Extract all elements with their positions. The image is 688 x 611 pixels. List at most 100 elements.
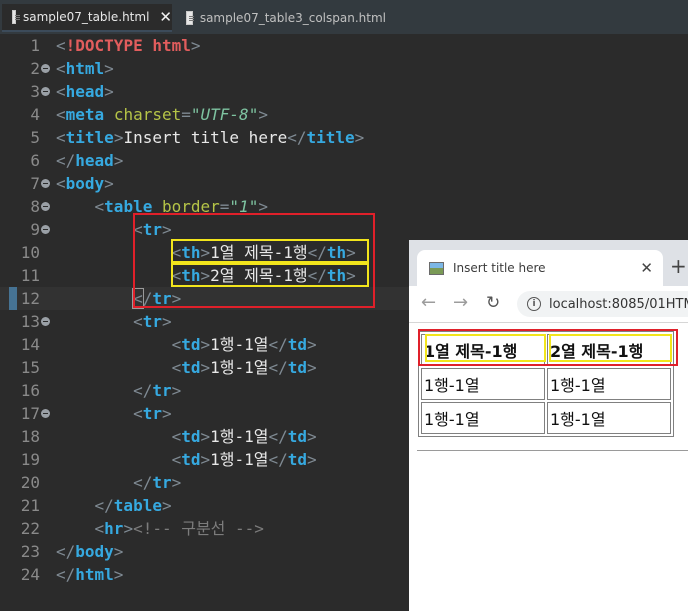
code-line-2: 2 <html>: [0, 57, 688, 80]
page-content: 1열 제목-1행 2열 제목-1행 1행-1열 1행-1열 1행-1열 1행-1…: [409, 323, 688, 611]
address-bar[interactable]: i localhost:8085/01HTML: [517, 291, 688, 317]
tag-name: tr: [152, 381, 172, 400]
line-number: 22: [20, 519, 40, 538]
tag-name: title: [306, 128, 355, 147]
tag-name: body: [75, 542, 114, 561]
browser-toolbar: ← → ↻ i localhost:8085/01HTML: [409, 286, 688, 323]
tag-name: meta: [65, 105, 105, 124]
line-number: 2: [30, 59, 40, 78]
td-text: 1행-1열: [210, 335, 269, 354]
line-number: 12: [20, 289, 40, 308]
td-text: 1행-1열: [210, 427, 269, 446]
line-number: 21: [20, 496, 40, 515]
tag-name: tr: [142, 404, 162, 423]
line-number: 9: [30, 220, 40, 239]
yellow-highlight-box: [425, 334, 546, 362]
tag-name: td: [181, 335, 201, 354]
info-icon[interactable]: i: [527, 297, 541, 311]
line-number: 20: [20, 473, 40, 492]
editor-tab-label: sample07_table.html: [22, 10, 150, 24]
yellow-highlight-box: [171, 263, 369, 287]
back-arrow-icon[interactable]: ←: [421, 292, 436, 313]
line-number: 1: [30, 36, 40, 55]
table-row: 1행-1열 1행-1열: [421, 402, 671, 434]
editor-tab-sample07-table[interactable]: sample07_table.html ✕: [2, 4, 172, 32]
new-tab-icon[interactable]: +: [670, 254, 687, 278]
table-cell: 1행-1열: [421, 368, 545, 400]
line-number: 13: [20, 312, 40, 331]
line-number: 8: [30, 197, 40, 216]
tag-name: html: [75, 565, 114, 584]
line-number: 23: [20, 542, 40, 561]
browser-tab[interactable]: Insert title here ✕: [417, 250, 663, 286]
line-number: 6: [30, 151, 40, 170]
table-cell: 1행-1열: [547, 402, 671, 434]
close-tab-icon[interactable]: ✕: [640, 259, 653, 277]
page-favicon-icon: [429, 261, 444, 275]
editor-tab-bar: sample07_table.html ✕ sample07_table3_co…: [0, 0, 688, 34]
line-number: 11: [20, 266, 40, 285]
doctype-html: html: [152, 36, 191, 55]
code-line-1: 1 <!DOCTYPE html>: [0, 34, 688, 57]
line-number: 19: [20, 450, 40, 469]
title-text: Insert title here: [123, 128, 288, 147]
tag-name: td: [181, 450, 201, 469]
yellow-highlight-box: [549, 334, 672, 362]
tag-name: head: [65, 82, 105, 101]
tag-name: table: [113, 496, 162, 515]
browser-tab-title: Insert title here: [453, 261, 546, 275]
line-number: 24: [20, 565, 40, 584]
fold-collapse-icon[interactable]: [41, 179, 50, 188]
tag-name: td: [181, 427, 201, 446]
yellow-highlight-box: [171, 239, 369, 263]
tag-name: html: [65, 59, 105, 78]
td-text: 1행-1열: [210, 450, 269, 469]
forward-arrow-icon[interactable]: →: [453, 292, 468, 313]
line-number: 16: [20, 381, 40, 400]
fold-collapse-icon[interactable]: [41, 317, 50, 326]
tag-name: td: [287, 450, 308, 469]
tag-name: title: [65, 128, 114, 147]
td-text: 1행-1열: [210, 358, 269, 377]
tag-name: td: [287, 335, 308, 354]
browser-window: Insert title here ✕ + ← → ↻ i localhost:…: [409, 240, 688, 611]
browser-tab-strip: Insert title here ✕ +: [409, 240, 688, 286]
close-icon[interactable]: ✕: [159, 8, 172, 26]
code-line-3: 3 <head>: [0, 80, 688, 103]
html-file-icon: [186, 11, 194, 25]
line-number: 14: [20, 335, 40, 354]
fold-collapse-icon[interactable]: [41, 87, 50, 96]
reload-icon[interactable]: ↻: [486, 293, 500, 313]
horizontal-rule: [417, 450, 688, 451]
html-file-icon: [12, 10, 20, 24]
line-number: 5: [30, 128, 40, 147]
fold-collapse-icon[interactable]: [41, 64, 50, 73]
table-cell: 1행-1열: [547, 368, 671, 400]
line-number: 4: [30, 105, 40, 124]
code-line-7: 7 <body>: [0, 172, 688, 195]
fold-collapse-icon[interactable]: [41, 409, 50, 418]
line-number: 7: [30, 174, 40, 193]
tag-name: body: [65, 174, 105, 193]
table-cell: 1행-1열: [421, 402, 545, 434]
tag-name: tr: [142, 312, 162, 331]
tag-name: head: [75, 151, 114, 170]
editor-tab-label: sample07_table3_colspan.html: [199, 11, 386, 25]
doctype-keyword: !DOCTYPE: [65, 36, 143, 55]
line-number: 18: [20, 427, 40, 446]
editor-tab-sample07-table3-colspan[interactable]: sample07_table3_colspan.html: [176, 4, 386, 32]
tag-name: td: [287, 427, 308, 446]
url-text: localhost:8085/01HTML: [549, 296, 688, 312]
tag-name: hr: [104, 519, 124, 538]
attribute-name: charset: [113, 105, 182, 124]
tag-name: tr: [152, 473, 172, 492]
fold-collapse-icon[interactable]: [41, 202, 50, 211]
fold-collapse-icon[interactable]: [41, 225, 50, 234]
line-number: 3: [30, 82, 40, 101]
table-row: 1행-1열 1행-1열: [421, 368, 671, 400]
line-number: 15: [20, 358, 40, 377]
line-number: 10: [20, 243, 40, 262]
line-number: 17: [20, 404, 40, 423]
tag-name: td: [287, 358, 308, 377]
code-comment: <!-- 구분선 -->: [133, 519, 264, 538]
